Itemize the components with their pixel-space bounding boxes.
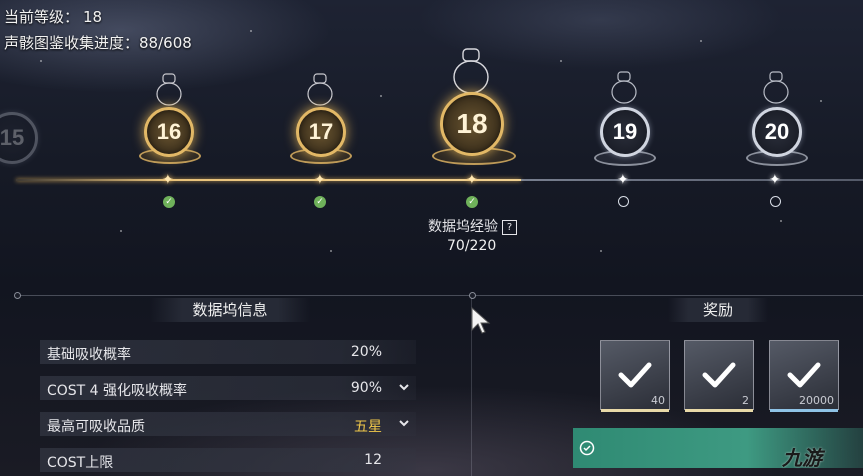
info-row: 基础吸收概率 20% — [40, 340, 416, 364]
reward-count: 40 — [651, 394, 665, 407]
reward-item[interactable]: 20000 — [769, 340, 839, 412]
background-star — [600, 250, 602, 252]
check-circle-icon — [579, 440, 595, 456]
question-icon[interactable]: ? — [502, 219, 517, 235]
watermark-text: 九游 — [782, 448, 822, 470]
track-marker-icon: ✦ — [162, 172, 174, 188]
level-number: 16 — [156, 119, 182, 144]
level-track-progress — [16, 179, 521, 181]
flask-icon — [453, 48, 489, 94]
info-row-label: 基础吸收概率 — [47, 347, 131, 363]
section-divider — [16, 295, 863, 296]
current-level-value: 18 — [83, 8, 103, 26]
info-row[interactable]: COST 4 强化吸收概率 90% — [40, 376, 416, 400]
background-star — [560, 60, 562, 62]
flask-icon — [156, 73, 182, 106]
info-row: COST上限 12 — [40, 448, 416, 472]
divider-dot — [14, 292, 21, 299]
background-star — [250, 30, 252, 32]
info-row-value: 五星 — [354, 419, 382, 435]
flask-icon — [611, 71, 637, 104]
track-marker-icon: ✦ — [769, 172, 781, 188]
info-row-label: 最高可吸收品质 — [47, 419, 145, 435]
level-badge: 17 — [296, 107, 346, 157]
info-row-value: 12 — [364, 452, 382, 468]
collection-progress-label: 声骸图鉴收集进度： — [4, 34, 140, 52]
rarity-bar — [685, 409, 753, 412]
mouse-cursor-icon — [471, 306, 491, 334]
chevron-down-icon[interactable] — [396, 379, 412, 395]
collection-progress-text: 声骸图鉴收集进度：88/608 — [4, 32, 192, 53]
unclaimed-ring-icon — [770, 196, 781, 207]
track-marker-icon: ✦ — [466, 172, 478, 188]
level-number: 18 — [456, 108, 488, 139]
info-row-label: COST 4 强化吸收概率 — [47, 383, 188, 399]
background-star — [780, 220, 782, 222]
info-row-label: COST上限 — [47, 455, 114, 471]
current-level-text: 当前等级： 18 — [4, 6, 102, 27]
rarity-bar — [770, 409, 838, 412]
reward-item[interactable]: 40 — [600, 340, 670, 412]
flask-icon — [763, 71, 789, 104]
rewards-title: 奖励 — [668, 298, 768, 322]
unclaimed-ring-icon — [618, 196, 629, 207]
level-node-partial: 15 — [0, 112, 38, 164]
watermark-logo: 九游 — [782, 442, 822, 471]
background-star — [380, 95, 382, 97]
claimed-check-icon: ✓ — [163, 196, 175, 208]
reward-count: 20000 — [799, 394, 834, 407]
info-row-value: 20% — [350, 344, 382, 360]
track-marker-icon: ✦ — [314, 172, 326, 188]
background-star — [40, 60, 42, 62]
flask-icon — [307, 73, 333, 106]
level-number: 20 — [764, 119, 790, 144]
xp-value: 70/220 — [447, 238, 497, 254]
info-row-value: 90% — [350, 380, 382, 396]
claimed-check-icon: ✓ — [314, 196, 326, 208]
background-star — [700, 40, 702, 42]
claimed-check-icon: ✓ — [466, 196, 478, 208]
collection-progress-value: 88/608 — [139, 34, 192, 52]
check-icon — [787, 362, 821, 388]
info-row[interactable]: 最高可吸收品质 五星 — [40, 412, 416, 436]
chevron-down-icon[interactable] — [396, 415, 412, 431]
xp-label-text: 数据坞经验 — [428, 219, 498, 235]
current-level-label: 当前等级： — [4, 8, 80, 26]
xp-label: 数据坞经验? — [428, 216, 517, 236]
level-badge: 20 — [752, 107, 802, 157]
reward-item[interactable]: 2 — [684, 340, 754, 412]
level-badge: 16 — [144, 107, 194, 157]
level-number: 15 — [0, 125, 25, 150]
level-number: 19 — [612, 119, 638, 144]
level-number: 17 — [308, 119, 334, 144]
check-icon — [702, 362, 736, 388]
background-star — [120, 230, 122, 232]
track-marker-icon: ✦ — [617, 172, 629, 188]
level-badge: 18 — [440, 92, 504, 156]
check-icon — [618, 362, 652, 388]
info-panel-title: 数据坞信息 — [150, 298, 310, 322]
level-badge: 19 — [600, 107, 650, 157]
rarity-bar — [601, 409, 669, 412]
background-star — [820, 100, 822, 102]
level-track-remaining — [521, 179, 863, 181]
background-star — [330, 250, 332, 252]
reward-count: 2 — [742, 394, 749, 407]
